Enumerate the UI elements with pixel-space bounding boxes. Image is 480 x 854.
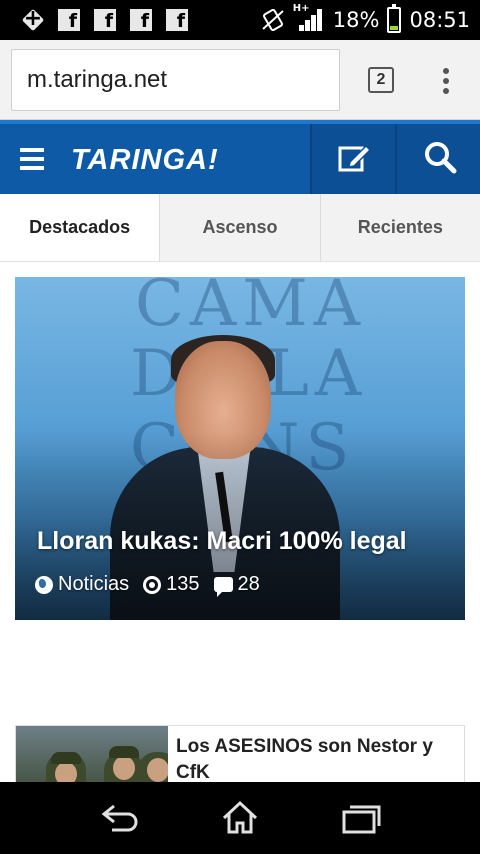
views-count: 135: [166, 573, 200, 595]
tab-recientes[interactable]: Recientes: [319, 194, 480, 261]
search-icon: [425, 142, 457, 174]
facebook-notification-icon: f: [58, 9, 80, 32]
recent-apps-button[interactable]: [330, 796, 390, 840]
section-tabs: Destacados Ascenso Recientes: [0, 194, 480, 262]
tab-switcher-button[interactable]: 2: [368, 67, 394, 93]
tab-destacados[interactable]: Destacados: [0, 194, 160, 261]
edit-icon: [338, 144, 372, 172]
facebook-notification-icon: f: [94, 9, 116, 32]
home-icon: [222, 800, 258, 834]
add-notification-icon: [22, 6, 44, 31]
comments-icon: [213, 577, 233, 597]
site-logo[interactable]: TARINGA!: [71, 138, 219, 182]
tab-ascenso[interactable]: Ascenso: [159, 194, 320, 261]
site-header: TARINGA!: [0, 120, 480, 194]
recent-apps-icon: [342, 805, 381, 834]
notification-icons: f f f f: [0, 6, 188, 32]
featured-post-meta: Noticias 135 28: [35, 573, 260, 597]
featured-post-card[interactable]: CAMA DE LA CONS Lloran kukas: Macri 100%…: [15, 277, 465, 620]
battery-icon: ⚡: [387, 4, 402, 33]
search-button[interactable]: [397, 124, 480, 194]
home-button[interactable]: [210, 796, 270, 840]
globe-icon: [35, 575, 53, 594]
comments-count: 28: [237, 573, 260, 595]
vibrate-icon: [262, 9, 284, 31]
back-icon: [101, 804, 138, 832]
facebook-notification-icon: f: [130, 9, 152, 32]
views-icon: [143, 575, 162, 594]
clock: 08:51: [409, 8, 470, 32]
navigation-bar: [0, 782, 480, 854]
browser-toolbar: m.taringa.net 2: [0, 40, 480, 120]
back-button[interactable]: [90, 796, 150, 840]
facebook-notification-icon: f: [166, 9, 188, 32]
menu-icon[interactable]: [20, 148, 44, 170]
signal-icon: H+: [293, 3, 325, 33]
post-title[interactable]: Los ASESINOS son Nestor y CfK: [176, 734, 458, 786]
network-type: H+: [292, 3, 310, 14]
url-field[interactable]: m.taringa.net: [11, 49, 340, 111]
compose-button[interactable]: [312, 124, 395, 194]
post-category[interactable]: Noticias: [58, 573, 129, 596]
system-status: H+ 18% ⚡ 08:51: [261, 0, 470, 40]
status-bar: f f f f H+ 18% ⚡ 08:51: [0, 0, 480, 40]
featured-post-title[interactable]: Lloran kukas: Macri 100% legal: [37, 527, 407, 556]
overflow-menu-icon[interactable]: [438, 68, 454, 96]
battery-percent: 18%: [332, 8, 380, 32]
